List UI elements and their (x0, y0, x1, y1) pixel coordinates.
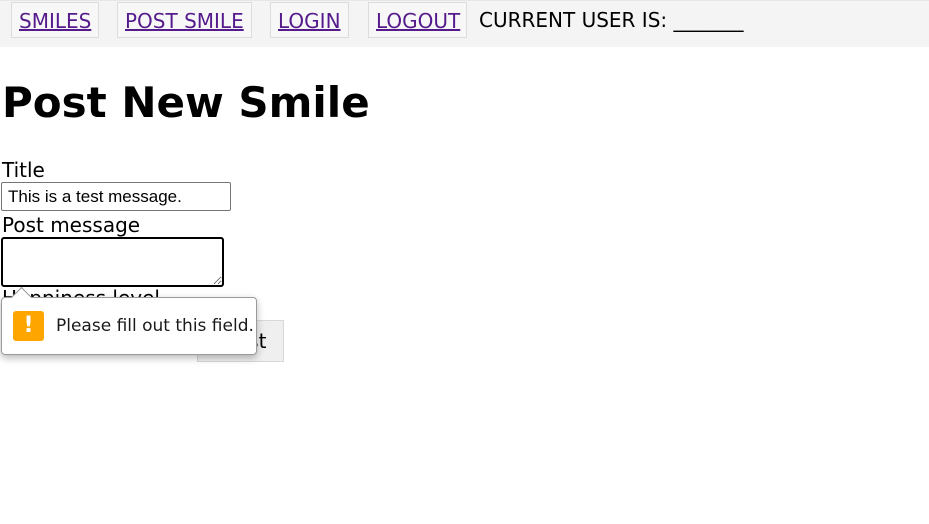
current-user-text: CURRENT USER IS: _______ (479, 8, 744, 32)
nav-link-logout[interactable]: LOGOUT (368, 2, 467, 38)
nav-link-smiles[interactable]: SMILES (11, 2, 99, 38)
nav-link-login[interactable]: LOGIN (270, 2, 349, 38)
message-textarea[interactable] (1, 237, 224, 287)
warning-icon: ! (13, 311, 44, 341)
title-label: Title (2, 158, 45, 182)
navbar: SMILES POST SMILE LOGIN LOGOUT CURRENT U… (0, 0, 929, 47)
page-title: Post New Smile (2, 78, 370, 127)
validation-message: Please fill out this field. (56, 316, 254, 336)
validation-tooltip: ! Please fill out this field. (1, 286, 257, 355)
message-label: Post message (2, 213, 141, 237)
nav-link-post-smile[interactable]: POST SMILE (117, 2, 252, 38)
title-input[interactable] (1, 182, 231, 211)
